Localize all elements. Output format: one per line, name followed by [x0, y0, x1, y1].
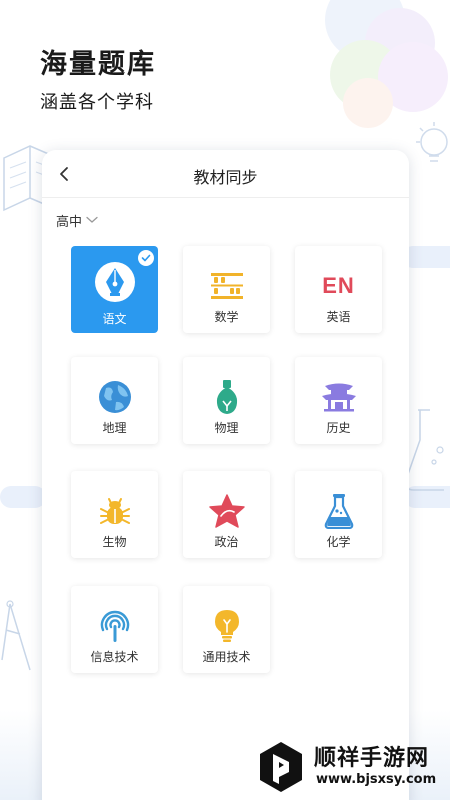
wireless-icon [95, 606, 135, 646]
promo-headline: 海量题库 [40, 49, 156, 80]
subject-tile-physics[interactable]: 物理 [183, 357, 270, 444]
subject-label: 通用技术 [202, 650, 251, 664]
bulb-icon [207, 606, 247, 646]
subject-label: 化学 [326, 535, 351, 549]
globe-icon [95, 377, 135, 417]
subject-tile-chinese[interactable]: 语文 [71, 246, 158, 333]
subject-label: 生物 [102, 535, 127, 549]
subject-tile-general-technology[interactable]: 通用技术 [183, 586, 270, 673]
subject-tile-politics[interactable]: 政治 [183, 471, 270, 558]
grade-dropdown[interactable]: 高中 [56, 210, 98, 230]
compass-doodle-icon [1, 600, 31, 671]
subject-label: 历史 [326, 421, 351, 435]
watermark-url: www.bjsxsy.com [316, 772, 437, 787]
flask-doodle-icon [404, 409, 444, 491]
subject-tile-geography[interactable]: 地理 [71, 357, 158, 444]
background-bubble [343, 78, 393, 128]
subject-tile-history[interactable]: 历史 [295, 357, 382, 444]
subject-tile-information-technology[interactable]: 信息技术 [71, 586, 158, 673]
pen-nib-icon [93, 260, 137, 304]
light-bulb-icon [207, 377, 247, 417]
abacus-icon [207, 266, 247, 306]
subject-tile-english[interactable]: EN 英语 [295, 246, 382, 333]
subject-label: 物理 [214, 421, 239, 435]
subject-label: 语文 [102, 312, 127, 326]
subject-label: 信息技术 [90, 650, 139, 664]
subject-label: 政治 [214, 535, 239, 549]
textbook-sync-card: 教材同步 高中 语文 数学 EN 英语 地理 物理 历史 生物 政治 化学 信息… [42, 150, 409, 800]
selected-check-icon [138, 250, 154, 266]
background-stripe [402, 246, 450, 268]
subject-label: 数学 [214, 310, 239, 324]
star-icon [207, 491, 247, 531]
subject-label: 英语 [326, 310, 351, 324]
subject-tile-biology[interactable]: 生物 [71, 471, 158, 558]
subject-label: 地理 [102, 421, 127, 435]
watermark-logo-icon [260, 742, 302, 792]
promo-subline: 涵盖各个学科 [40, 92, 154, 113]
chevron-down-icon [86, 216, 98, 223]
page-title: 教材同步 [193, 168, 258, 187]
en-icon: EN [322, 273, 355, 298]
lightbulb-doodle-icon [416, 122, 448, 162]
pavilion-icon [319, 377, 359, 417]
subject-tile-chemistry[interactable]: 化学 [295, 471, 382, 558]
flask-icon [319, 491, 359, 531]
bug-icon [95, 491, 135, 531]
card-header: 教材同步 [42, 150, 409, 198]
watermark-title: 顺祥手游网 [314, 746, 430, 771]
background-stripe [0, 486, 46, 508]
subject-tile-math[interactable]: 数学 [183, 246, 270, 333]
grade-value: 高中 [56, 214, 83, 230]
